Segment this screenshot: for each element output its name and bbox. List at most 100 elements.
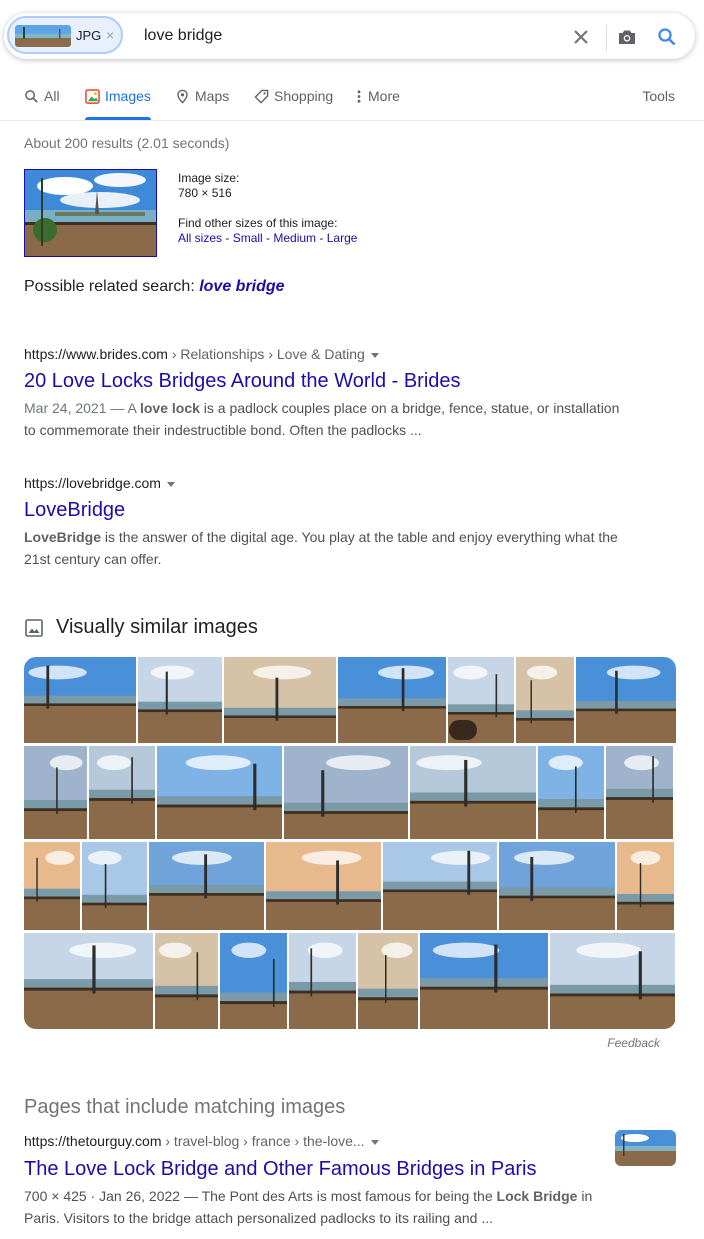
tab-more[interactable]: More (355, 88, 400, 118)
similar-image-thumbnail[interactable] (420, 933, 548, 1029)
tab-label: Shopping (274, 88, 334, 104)
tab-all[interactable]: All (24, 88, 60, 118)
result-stats: About 200 results (2.01 seconds) (24, 135, 230, 151)
similar-image-thumbnail[interactable] (24, 657, 136, 743)
small-size-link[interactable]: Small (233, 231, 263, 245)
search-icon[interactable] (655, 25, 679, 49)
find-sizes-label: Find other sizes of this image: (178, 216, 338, 230)
tab-label: More (368, 88, 400, 104)
result-url[interactable]: https://lovebridge.com (24, 474, 624, 492)
result-snippet: 700 × 425 · Jan 26, 2022 — The Pont des … (24, 1185, 614, 1229)
similar-image-thumbnail[interactable] (410, 746, 536, 839)
similar-image-thumbnail[interactable] (516, 657, 574, 743)
clear-icon[interactable] (569, 25, 593, 49)
similar-image-thumbnail[interactable] (89, 746, 155, 839)
similar-image-thumbnail[interactable] (550, 933, 675, 1029)
similar-image-thumbnail[interactable] (24, 933, 153, 1029)
similar-image-thumbnail[interactable] (220, 933, 287, 1029)
image-info: Image size: 780 × 516 Find other sizes o… (178, 171, 357, 246)
similar-image-thumbnail[interactable] (576, 657, 676, 743)
chevron-down-icon[interactable] (370, 1139, 379, 1145)
similar-image-thumbnail[interactable] (155, 933, 218, 1029)
size-separator: - (316, 231, 327, 245)
tab-label: Maps (195, 88, 230, 104)
similar-image-thumbnail[interactable] (284, 746, 408, 839)
similar-image-thumbnail[interactable] (289, 933, 356, 1029)
similar-image-thumbnail[interactable] (383, 842, 497, 930)
camera-icon[interactable] (615, 25, 639, 49)
result-snippet: LoveBridge is the answer of the digital … (24, 526, 624, 570)
similar-image-thumbnail[interactable] (224, 657, 336, 743)
page-result-thumbnail[interactable] (615, 1130, 676, 1166)
tab-label: All (44, 88, 60, 104)
similar-image-thumbnail[interactable] (499, 842, 615, 930)
tab-shopping[interactable]: Shopping (254, 88, 333, 118)
related-search-link[interactable]: love bridge (199, 278, 284, 295)
result-domain: https://lovebridge.com (24, 475, 161, 491)
chip-label: JPG (76, 28, 102, 43)
image-size-label: Image size: (178, 171, 240, 185)
similar-image-thumbnail[interactable] (338, 657, 446, 743)
result-title[interactable]: 20 Love Locks Bridges Around the World -… (24, 370, 461, 392)
similar-image-thumbnail[interactable] (266, 842, 381, 930)
similar-image-thumbnail[interactable] (358, 933, 418, 1029)
result-path: › travel-blog › france › the-love... (161, 1133, 365, 1149)
result-meta: 700 × 425 · Jan 26, 2022 — The Pont des … (24, 1188, 497, 1204)
page-result: https://thetourguy.com › travel-blog › f… (24, 1132, 614, 1229)
snippet-highlight: Lock Bridge (496, 1188, 578, 1204)
chevron-down-icon[interactable] (166, 481, 175, 487)
similar-image-thumbnail[interactable] (24, 746, 87, 839)
similar-images-grid (24, 657, 676, 1029)
image-search-chip[interactable]: JPG × (7, 16, 123, 54)
search-bar-divider (606, 25, 607, 51)
snippet-highlight: LoveBridge (24, 529, 102, 545)
result-title[interactable]: LoveBridge (24, 499, 125, 521)
related-search: Possible related search: love bridge (24, 278, 285, 296)
similar-image-thumbnail[interactable] (138, 657, 222, 743)
search-result: https://lovebridge.com LoveBridge LoveBr… (24, 474, 624, 570)
pages-heading: Pages that include matching images (24, 1096, 346, 1118)
similar-image-thumbnail[interactable] (606, 746, 673, 839)
image-size-value: 780 × 516 (178, 186, 232, 200)
map-pin-icon (177, 89, 188, 104)
search-tabs: All Images Maps Shopping More Tools (0, 88, 704, 121)
images-icon (85, 89, 100, 104)
search-input[interactable]: love bridge (144, 27, 222, 45)
image-icon (25, 618, 43, 637)
medium-size-link[interactable]: Medium (273, 231, 316, 245)
similar-image-thumbnail[interactable] (448, 657, 514, 743)
result-url[interactable]: https://www.brides.com › Relationships ›… (24, 345, 624, 363)
size-links: All sizes - Small - Medium - Large (178, 231, 357, 246)
product-tag-icon (449, 720, 477, 740)
result-domain: https://www.brides.com (24, 346, 168, 362)
all-sizes-link[interactable]: All sizes (178, 231, 222, 245)
visually-similar-heading: Visually similar images (24, 616, 258, 639)
chevron-down-icon[interactable] (370, 352, 379, 358)
chip-close-icon[interactable]: × (106, 27, 114, 43)
similar-image-thumbnail[interactable] (24, 842, 80, 930)
result-snippet: Mar 24, 2021 — A love lock is a padlock … (24, 397, 624, 441)
search-bar: JPG × love bridge (4, 13, 695, 59)
tools-button[interactable]: Tools (642, 88, 675, 104)
snippet-highlight: love lock (139, 400, 200, 416)
feedback-link[interactable]: Feedback (607, 1036, 660, 1050)
tab-images[interactable]: Images (85, 88, 151, 120)
query-image[interactable] (24, 169, 157, 257)
similar-image-thumbnail[interactable] (149, 842, 264, 930)
search-result: https://www.brides.com › Relationships ›… (24, 345, 624, 441)
result-title[interactable]: The Love Lock Bridge and Other Famous Br… (24, 1158, 536, 1180)
size-separator: - (262, 231, 274, 245)
similar-image-thumbnail[interactable] (617, 842, 674, 930)
large-size-link[interactable]: Large (327, 231, 358, 245)
result-url[interactable]: https://thetourguy.com › travel-blog › f… (24, 1132, 614, 1150)
similar-image-thumbnail[interactable] (157, 746, 282, 839)
similar-image-thumbnail[interactable] (82, 842, 147, 930)
similar-image-thumbnail[interactable] (538, 746, 604, 839)
tab-label: Images (105, 88, 151, 104)
more-vert-icon (357, 90, 361, 103)
size-separator: - (222, 231, 233, 245)
tab-maps[interactable]: Maps (175, 88, 229, 118)
result-domain: https://thetourguy.com (24, 1133, 162, 1149)
search-icon (25, 90, 38, 103)
snippet-text: is the answer of the digital age. You pl… (24, 529, 618, 567)
